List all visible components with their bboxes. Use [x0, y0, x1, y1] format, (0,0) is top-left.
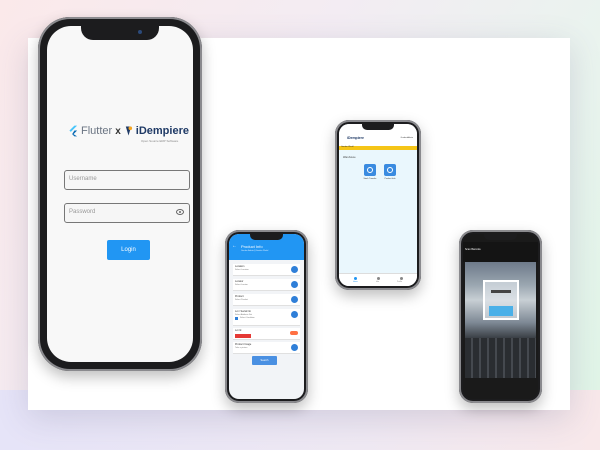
login-phone: Flutter x iDempiere Open Source ERP Soft… [38, 17, 202, 371]
product-info-screen: ← Product Info Garden Admin@Garden World… [229, 234, 304, 399]
product-subtitle: Garden Admin@Garden World [241, 250, 269, 252]
row-value: Select Attribute Set [235, 314, 253, 316]
brand-logo: Flutter x iDempiere [69, 123, 189, 139]
home-brand: iDempiere [347, 136, 364, 140]
org-banner: Garden World [339, 146, 417, 150]
row-value: Take a picture [235, 347, 248, 349]
keyboard-view [465, 338, 536, 378]
bottom-nav: Home Info Profile [339, 273, 417, 286]
search-icon[interactable] [291, 311, 298, 318]
row-value: Select Locator [235, 284, 248, 286]
password-field[interactable]: Password [64, 203, 190, 223]
search-icon[interactable] [291, 266, 298, 273]
checkbox[interactable] [235, 317, 238, 320]
search-icon[interactable] [291, 281, 298, 288]
error-badge [235, 334, 251, 338]
flutter-logo-icon [69, 125, 78, 137]
row-label: Lot Id [235, 329, 242, 332]
row-value: Select Product [235, 299, 249, 301]
nav-label: Home [353, 281, 358, 283]
notch [81, 26, 159, 40]
product-info-tile[interactable] [384, 164, 396, 176]
scanner-topbar: Scan Barcode [463, 242, 538, 262]
password-placeholder: Password [69, 209, 96, 215]
profile-nav-icon[interactable] [400, 277, 403, 280]
username-placeholder: Username [69, 176, 97, 182]
row-label: Product [235, 295, 244, 298]
login-screen: Flutter x iDempiere Open Source ERP Soft… [47, 26, 193, 362]
row-lot-id[interactable]: Lot Id [233, 328, 300, 340]
row-label: Locator [235, 280, 244, 283]
notch [362, 124, 394, 130]
home-user[interactable]: GardenAdmin [401, 137, 413, 139]
product-title: Product Info [241, 244, 263, 249]
idempiere-logo-icon [125, 126, 132, 136]
search-icon[interactable] [291, 296, 298, 303]
nav-label: Profile [397, 281, 403, 283]
scanner-title: Scan Barcode [465, 248, 481, 251]
notch [484, 234, 517, 240]
barcode-label [489, 306, 513, 316]
row-product-image[interactable]: Product Image Take a picture [233, 342, 300, 354]
home-phone: iDempiere GardenAdmin Garden World Wareh… [335, 120, 421, 290]
stock-transfer-tile[interactable] [364, 164, 376, 176]
eye-icon[interactable] [176, 209, 184, 215]
row-label: Lot / Serial No [235, 310, 251, 313]
row-product[interactable]: Product Select Product [233, 294, 300, 306]
org-banner-text: Garden World [341, 146, 354, 148]
search-button[interactable]: Search [252, 356, 277, 365]
row-locator[interactable]: Locator Select Locator [233, 279, 300, 291]
brand-idempiere: iDempiere [135, 125, 189, 137]
tile-label: Stock Transfer [363, 178, 377, 180]
scanner-screen: Scan Barcode [463, 234, 538, 399]
camera-icon[interactable] [291, 344, 298, 351]
scanner-phone: Scan Barcode [459, 230, 542, 403]
brand-x: x [115, 125, 121, 137]
row-location[interactable]: Location Select Location [233, 264, 300, 276]
row-extra: Select Condition [240, 317, 255, 319]
home-nav-icon[interactable] [354, 277, 357, 280]
toggle-switch[interactable] [290, 331, 298, 335]
section-title: Warehouse [343, 156, 356, 159]
tile-label: Product Info [384, 178, 396, 180]
brand-flutter: Flutter [81, 125, 113, 137]
info-nav-icon[interactable] [377, 277, 380, 280]
row-lot-serial[interactable]: Lot / Serial No Select Attribute Set Sel… [233, 309, 300, 326]
nav-label: Info [376, 281, 379, 283]
home-screen: iDempiere GardenAdmin Garden World Wareh… [339, 124, 417, 286]
brand-tagline: Open Source ERP Software [141, 139, 179, 143]
camera-viewfinder[interactable] [465, 262, 536, 338]
login-button[interactable]: Login [107, 240, 150, 260]
row-label: Product Image [235, 343, 252, 346]
camera-dot [138, 30, 142, 34]
back-arrow-icon[interactable]: ← [232, 243, 237, 249]
notch [250, 234, 283, 240]
product-info-phone: ← Product Info Garden Admin@Garden World… [225, 230, 308, 403]
row-label: Location [235, 265, 245, 268]
username-field[interactable]: Username [64, 170, 190, 190]
row-value: Select Location [235, 269, 249, 271]
